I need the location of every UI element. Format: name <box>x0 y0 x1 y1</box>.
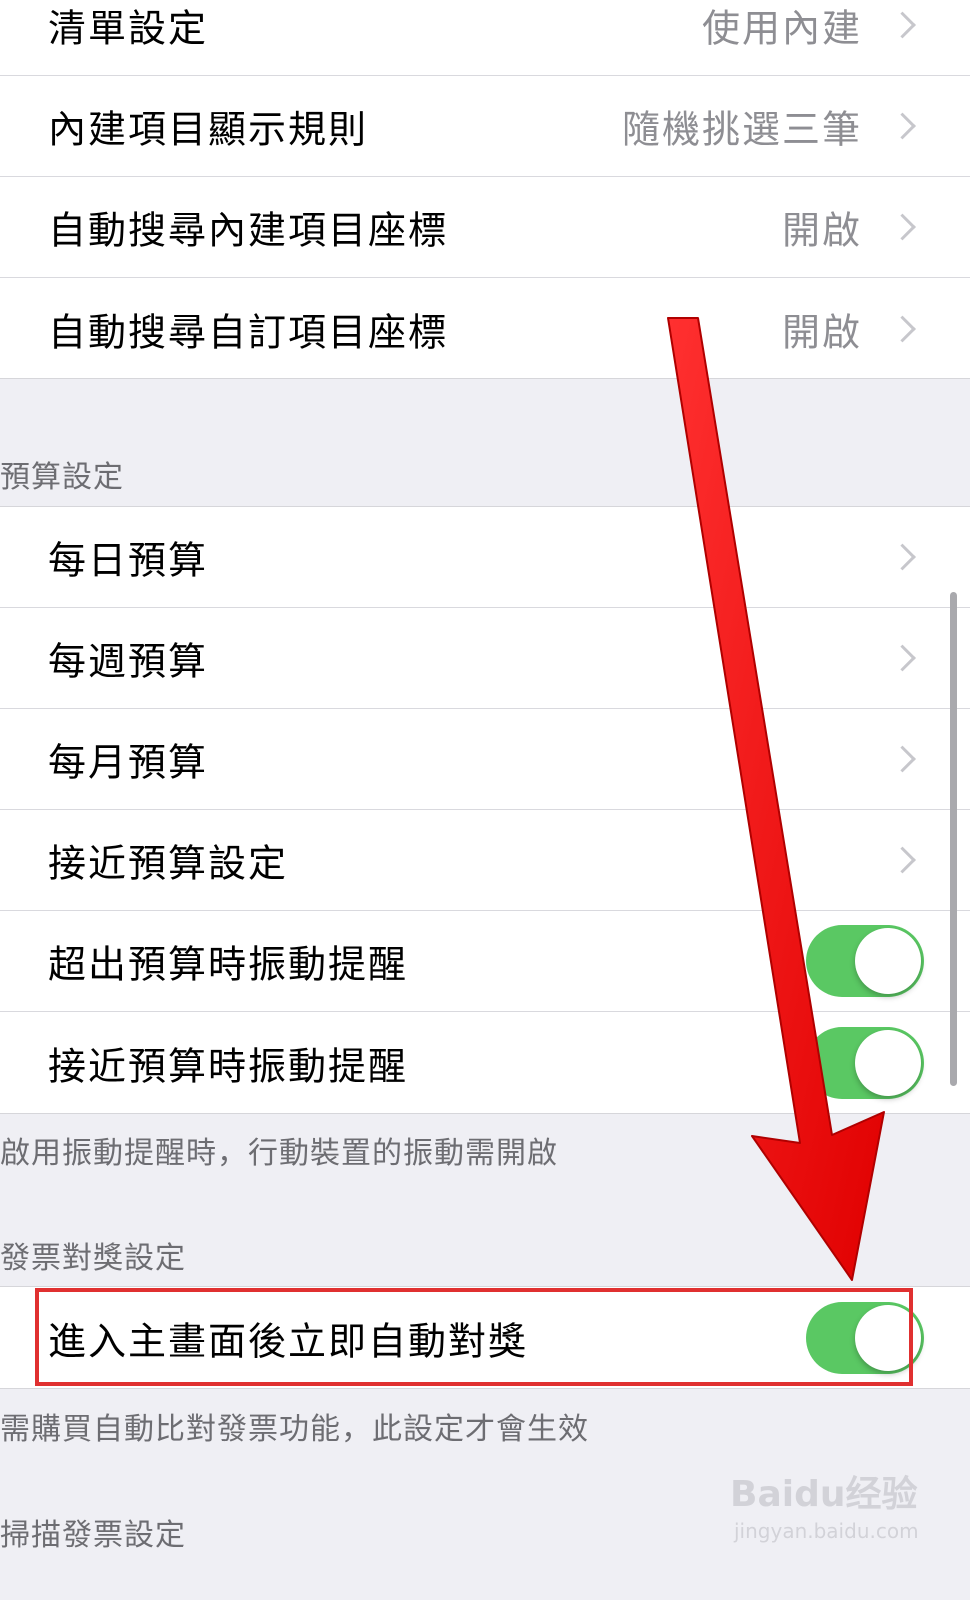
chevron-right-icon <box>889 315 916 342</box>
row-label: 接近預算設定 <box>48 841 289 886</box>
row-label: 每日預算 <box>48 538 209 583</box>
watermark-url: jingyan.baidu.com <box>734 1519 919 1543</box>
chevron-right-icon <box>889 213 916 241</box>
row-label: 清單設定 <box>48 6 209 51</box>
watermark-brand: Baidu经验 <box>730 1474 918 1515</box>
chevron-right-icon <box>889 112 916 140</box>
highlight-box <box>35 1288 913 1386</box>
auto-search-builtin-coords-row[interactable]: 自動搜尋內建項目座標 開啟 <box>0 177 970 278</box>
chevron-right-icon <box>889 846 916 874</box>
row-label: 每月預算 <box>48 740 209 785</box>
budget-settings-group: 每日預算 每週預算 每月預算 接近預算設定 超出預算時振動提醒 接近預算時振動提… <box>0 507 970 1113</box>
over-budget-vibrate-row: 超出預算時振動提醒 <box>0 911 970 1012</box>
row-label: 自動搜尋自訂項目座標 <box>48 310 449 354</box>
budget-section-header: 預算設定 <box>0 460 124 495</box>
auto-search-custom-coords-row[interactable]: 自動搜尋自訂項目座標 開啟 <box>0 278 970 379</box>
row-label: 內建項目顯示規則 <box>48 107 369 152</box>
near-budget-vibrate-row: 接近預算時振動提醒 <box>0 1012 970 1113</box>
weekly-budget-row[interactable]: 每週預算 <box>0 608 970 709</box>
group-divider <box>0 1388 970 1389</box>
over-budget-vibrate-toggle[interactable] <box>806 925 924 997</box>
group-divider <box>0 378 970 379</box>
chevron-right-icon <box>889 11 916 39</box>
row-value: 使用內建 <box>701 6 862 51</box>
near-budget-vibrate-toggle[interactable] <box>806 1026 924 1099</box>
list-settings-row[interactable]: 清單設定 使用內建 <box>0 0 970 76</box>
chevron-right-icon <box>889 543 916 571</box>
row-label: 超出預算時振動提醒 <box>48 942 409 987</box>
list-settings-group: 清單設定 使用內建 內建項目顯示規則 隨機挑選三筆 自動搜尋內建項目座標 開啟 … <box>0 0 970 379</box>
scan-section-header: 掃描發票設定 <box>0 1518 186 1553</box>
row-value: 開啟 <box>781 310 862 354</box>
row-label: 接近預算時振動提醒 <box>48 1044 409 1088</box>
chevron-right-icon <box>889 644 916 672</box>
invoice-section-header: 發票對獎設定 <box>0 1241 186 1276</box>
row-label: 每週預算 <box>48 639 209 684</box>
monthly-budget-row[interactable]: 每月預算 <box>0 709 970 810</box>
row-value: 隨機挑選三筆 <box>621 107 862 152</box>
row-value: 開啟 <box>781 208 862 253</box>
budget-section-footer: 啟用振動提醒時，行動裝置的振動需開啟 <box>0 1136 558 1171</box>
row-label: 自動搜尋內建項目座標 <box>48 208 449 253</box>
invoice-section-footer: 需購買自動比對發票功能，此設定才會生效 <box>0 1412 589 1447</box>
builtin-display-rule-row[interactable]: 內建項目顯示規則 隨機挑選三筆 <box>0 76 970 177</box>
group-divider <box>0 1113 970 1114</box>
chevron-right-icon <box>889 745 916 773</box>
toggle-knob <box>855 928 921 994</box>
near-budget-setting-row[interactable]: 接近預算設定 <box>0 810 970 911</box>
daily-budget-row[interactable]: 每日預算 <box>0 507 970 608</box>
baidu-watermark: Baidu经验 jingyan.baidu.com <box>730 1465 930 1555</box>
scroll-indicator[interactable] <box>950 592 957 1086</box>
toggle-knob <box>855 1029 921 1096</box>
